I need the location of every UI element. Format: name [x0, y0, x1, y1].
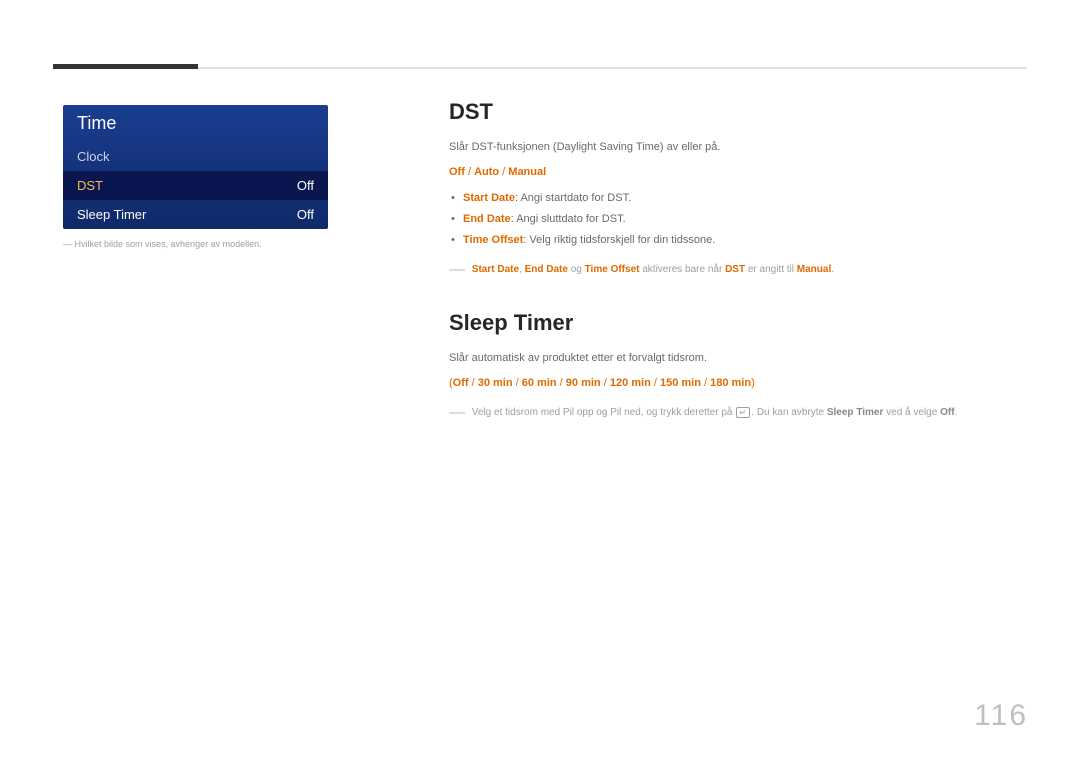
option: 120 min [610, 377, 651, 389]
menu-item-clock[interactable]: Clock [63, 142, 328, 171]
menu-item-label: DST [77, 178, 103, 193]
enter-icon [736, 407, 750, 418]
note-key: Start Date [472, 264, 519, 275]
note-text: . [831, 264, 834, 275]
sleep-intro: Slår automatisk av produktet etter et fo… [449, 350, 1029, 368]
note-key: Time Offset [585, 264, 640, 275]
note-text: aktiveres bare når [639, 264, 725, 275]
menu-item-sleep-timer[interactable]: Sleep Timer Off [63, 200, 328, 229]
menu-item-label: Clock [77, 149, 110, 164]
dst-options: Off / Auto / Manual [449, 164, 1029, 182]
time-menu-panel: Time Clock DST Off Sleep Timer Off [63, 105, 328, 229]
option: 180 min [710, 377, 751, 389]
note-text: Velg et tidsrom med Pil opp og Pil ned, … [472, 407, 735, 418]
header-divider [53, 67, 1027, 69]
bullet-key: Start Date [463, 192, 515, 204]
menu-item-dst[interactable]: DST Off [63, 171, 328, 200]
header-accent [53, 64, 198, 69]
note-strong: Off [940, 407, 954, 418]
option: 60 min [522, 377, 557, 389]
page-number: 116 [974, 699, 1028, 733]
menu-item-label: Sleep Timer [77, 207, 146, 222]
note-key: Manual [797, 264, 831, 275]
menu-title: Time [63, 105, 328, 142]
note-text: ved å velge [883, 407, 940, 418]
sleep-timer-heading: Sleep Timer [449, 310, 1029, 336]
note-text: . Du kan avbryte [751, 407, 827, 418]
bullet-key: End Date [463, 213, 511, 225]
left-footnote: Hvilket bilde som vises, avhenger av mod… [63, 239, 328, 249]
menu-item-value: Off [297, 178, 314, 193]
note-key: DST [725, 264, 745, 275]
bullet-text: : Angi sluttdato for DST. [511, 213, 626, 225]
list-item: Time Offset: Velg riktig tidsforskjell f… [463, 230, 1029, 251]
option-auto: Auto [474, 166, 499, 178]
note-strong: Sleep Timer [827, 407, 884, 418]
option-off: Off [449, 166, 465, 178]
option: 30 min [478, 377, 513, 389]
option: 150 min [660, 377, 701, 389]
sleep-options: (Off / 30 min / 60 min / 90 min / 120 mi… [449, 375, 1029, 393]
option: Off [453, 377, 469, 389]
dst-bullet-list: Start Date: Angi startdato for DST. End … [449, 188, 1029, 251]
note-text: og [568, 264, 585, 275]
list-item: Start Date: Angi startdato for DST. [463, 188, 1029, 209]
right-column: DST Slår DST-funksjonen (Daylight Saving… [449, 99, 1029, 431]
option-manual: Manual [508, 166, 546, 178]
bullet-key: Time Offset [463, 234, 523, 246]
note-text: . [955, 407, 958, 418]
option: 90 min [566, 377, 601, 389]
dst-heading: DST [449, 99, 1029, 125]
dst-intro: Slår DST-funksjonen (Daylight Saving Tim… [449, 139, 1029, 157]
sleep-note: Velg et tidsrom med Pil opp og Pil ned, … [449, 400, 1029, 426]
bullet-text: : Angi startdato for DST. [515, 192, 631, 204]
note-key: End Date [525, 264, 568, 275]
bullet-text: : Velg riktig tidsforskjell for din tids… [523, 234, 715, 246]
note-text: er angitt til [745, 264, 797, 275]
menu-item-value: Off [297, 207, 314, 222]
dst-note: Start Date, End Date og Time Offset akti… [449, 257, 1029, 283]
list-item: End Date: Angi sluttdato for DST. [463, 209, 1029, 230]
left-column: Time Clock DST Off Sleep Timer Off Hvilk… [63, 105, 328, 249]
